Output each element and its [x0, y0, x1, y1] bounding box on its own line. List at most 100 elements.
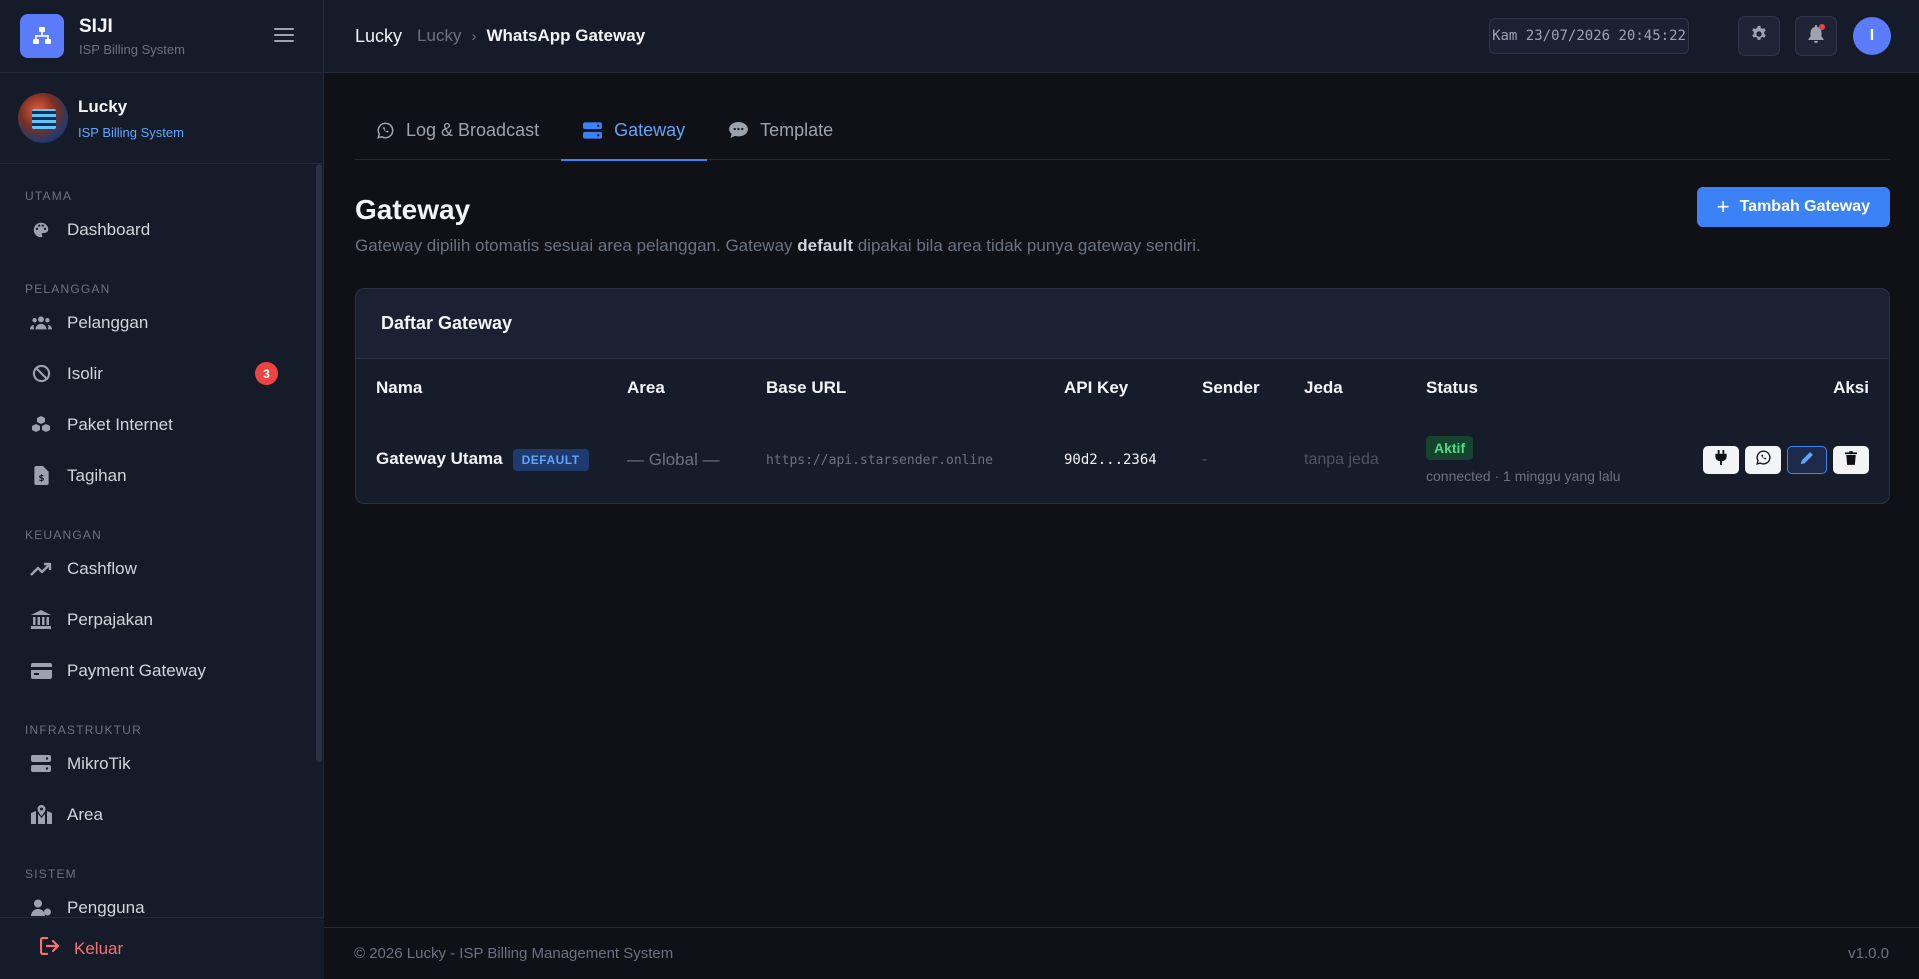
column-header: Area: [627, 378, 665, 397]
palette-icon: [30, 219, 52, 241]
cell-sender: -: [1202, 451, 1208, 468]
tab-label: Log & Broadcast: [406, 119, 540, 140]
logout-icon: [39, 936, 60, 960]
table-header-row: Nama Area Base URL API Key Sender Jeda S…: [356, 359, 1889, 417]
pencil-icon: [1800, 451, 1814, 470]
user-gear-icon: [30, 897, 52, 919]
invoice-icon: $: [30, 465, 52, 487]
table-row: Gateway Utama DEFAULT — Global — https://…: [356, 417, 1889, 503]
nav-section-infrastruktur: INFRASTRUKTUR: [25, 723, 142, 737]
hamburger-menu-icon[interactable]: [272, 25, 296, 45]
card-header: Daftar Gateway: [356, 289, 1889, 359]
sidebar-item-tagihan[interactable]: $ Tagihan: [0, 450, 316, 501]
user-role: ISP Billing System: [78, 124, 184, 140]
cell-name: Gateway Utama DEFAULT: [356, 417, 607, 503]
avatar: [18, 93, 68, 143]
edit-button[interactable]: [1787, 446, 1827, 474]
trend-up-icon: [30, 558, 52, 580]
tab-gateway[interactable]: Gateway: [561, 100, 708, 161]
column-header: Sender: [1202, 378, 1260, 397]
footer: © 2026 Lucky - ISP Billing Management Sy…: [324, 927, 1919, 979]
topbar: Lucky Lucky › WhatsApp Gateway Kam 23/07…: [324, 0, 1919, 73]
tab-template[interactable]: Template: [707, 100, 855, 160]
sidebar-item-pelanggan[interactable]: Pelanggan: [0, 297, 316, 348]
footer-copyright: © 2026 Lucky - ISP Billing Management Sy…: [354, 945, 674, 962]
plus-icon: +: [1716, 194, 1730, 219]
datetime-display: Kam 23/07/2026 20:45:22: [1489, 18, 1689, 54]
cell-actions: [1626, 417, 1889, 503]
logout-button[interactable]: Keluar: [0, 917, 324, 979]
gateway-table: Nama Area Base URL API Key Sender Jeda S…: [356, 359, 1889, 503]
add-gateway-label: Tambah Gateway: [1739, 198, 1870, 215]
cell-api-key: 90d2...2364: [1064, 452, 1157, 468]
sidebar-item-mikrotik[interactable]: MikroTik: [0, 738, 316, 789]
avatar[interactable]: I: [1853, 17, 1891, 55]
footer-version: v1.0.0: [1848, 945, 1889, 962]
page-description-text: Gateway dipilih otomatis sesuai area pel…: [355, 236, 798, 255]
sidebar-item-dashboard[interactable]: Dashboard: [0, 204, 316, 255]
sidebar-item-label: Dashboard: [67, 219, 151, 239]
plug-icon: [1715, 450, 1727, 470]
page-header: Gateway Gateway dipilih otomatis sesuai …: [355, 187, 1890, 256]
isolir-count-badge: 3: [255, 362, 278, 385]
notifications-button[interactable]: [1795, 16, 1837, 56]
delete-button[interactable]: [1833, 446, 1869, 474]
notification-dot: [1819, 24, 1825, 30]
sidebar-item-cashflow[interactable]: Cashflow: [0, 543, 316, 594]
cubes-icon: [30, 414, 52, 436]
send-whatsapp-test-button[interactable]: [1745, 446, 1781, 474]
test-connection-button[interactable]: [1703, 446, 1739, 474]
sidebar-item-isolir[interactable]: Isolir 3: [0, 348, 316, 399]
whatsapp-icon: [377, 122, 394, 139]
sidebar-item-payment-gateway[interactable]: Payment Gateway: [0, 645, 316, 696]
page-description: Gateway dipilih otomatis sesuai area pel…: [355, 236, 1890, 256]
column-header: Status: [1426, 378, 1478, 397]
chat-bubble-icon: [729, 122, 749, 138]
page-description-bold: default: [797, 236, 853, 255]
trash-icon: [1845, 450, 1857, 470]
add-gateway-button[interactable]: + Tambah Gateway: [1696, 187, 1890, 227]
sidebar-item-label: Pelanggan: [67, 312, 149, 332]
nav-section-keuangan: KEUANGAN: [25, 528, 102, 542]
tab-log-broadcast[interactable]: Log & Broadcast: [355, 100, 561, 160]
sidebar-item-label: Area: [67, 804, 103, 824]
sidebar-item-perpajakan[interactable]: Perpajakan: [0, 594, 316, 645]
default-badge: DEFAULT: [512, 449, 589, 471]
nav-section-pelanggan: PELANGGAN: [25, 282, 111, 296]
brand-subtitle: ISP Billing System: [79, 41, 185, 57]
card-title: Daftar Gateway: [381, 313, 513, 333]
page-description-text: dipakai bila area tidak punya gateway se…: [853, 236, 1201, 255]
sidebar-item-label: Isolir: [67, 363, 103, 383]
sidebar-item-label: MikroTik: [67, 753, 131, 773]
map-icon: [30, 804, 52, 826]
cell-area: — Global —: [627, 450, 720, 469]
main-content: Log & Broadcast Gateway Template Gateway…: [355, 73, 1890, 504]
breadcrumb-current: WhatsApp Gateway: [486, 26, 646, 45]
gateway-list-card: Daftar Gateway Nama Area Base URL API Ke…: [355, 288, 1890, 504]
sidebar-item-pengguna[interactable]: Pengguna: [0, 882, 316, 919]
status-badge: Aktif: [1426, 436, 1474, 460]
logout-label: Keluar: [74, 938, 124, 958]
page-title: Gateway: [355, 194, 471, 225]
column-header: Aksi: [1833, 378, 1869, 397]
sidebar-user: Lucky ISP Billing System: [0, 73, 323, 164]
sidebar-item-paket-internet[interactable]: Paket Internet: [0, 399, 316, 450]
column-header: Base URL: [766, 378, 847, 397]
sidebar-item-label: Tagihan: [67, 465, 127, 485]
tab-bar: Log & Broadcast Gateway Template: [355, 100, 1890, 161]
breadcrumb-parent[interactable]: Lucky: [417, 26, 461, 46]
sidebar-scrollbar[interactable]: [316, 164, 322, 762]
svg-text:$: $: [38, 474, 44, 484]
sidebar-item-label: Pengguna: [67, 897, 145, 917]
column-header: API Key: [1064, 378, 1129, 397]
nav-section-sistem: SISTEM: [25, 867, 77, 881]
sidebar-item-area[interactable]: Area: [0, 789, 316, 840]
sidebar-item-label: Cashflow: [67, 558, 137, 578]
status-detail: connected · 1 minggu yang lalu: [1426, 468, 1621, 484]
breadcrumb-root[interactable]: Lucky: [355, 26, 402, 47]
gear-icon: [1750, 25, 1768, 48]
column-header: Jeda: [1304, 378, 1343, 397]
cell-base-url: https://api.starsender.online: [766, 452, 993, 468]
brand-name: SIJI: [79, 15, 113, 37]
theme-toggle-button[interactable]: [1738, 16, 1780, 56]
